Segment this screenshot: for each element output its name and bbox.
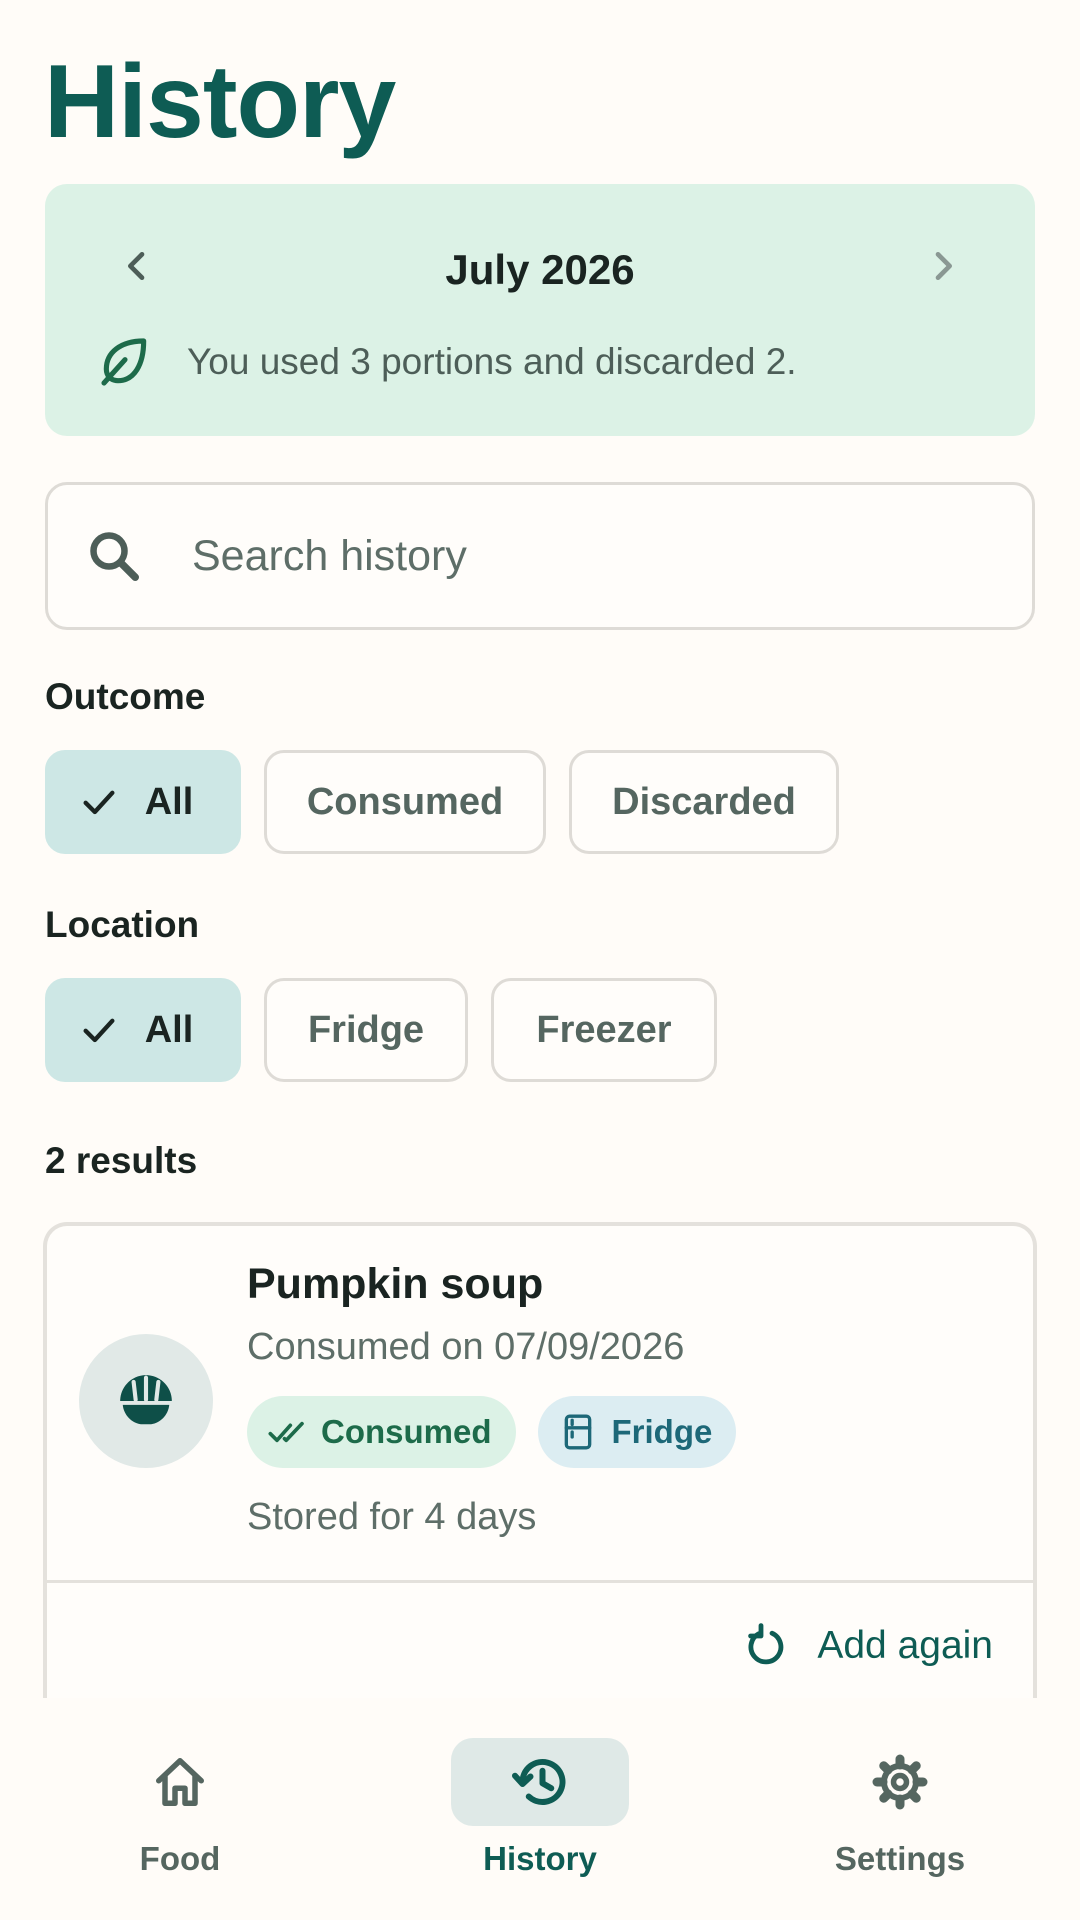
location-chip-freezer-label: Freezer — [536, 1008, 672, 1051]
location-chip-all-label: All — [144, 1008, 194, 1051]
nav-settings-label: Settings — [834, 1840, 966, 1877]
check-icon — [83, 790, 115, 815]
consumed-badge: Consumed — [247, 1396, 516, 1468]
nav-food-indicator — [91, 1738, 269, 1826]
outcome-chip-discarded[interactable]: Discarded — [569, 750, 839, 854]
nav-settings-indicator — [811, 1738, 989, 1826]
consumed-badge-label: Consumed — [321, 1413, 492, 1450]
location-chip-fridge-label: Fridge — [307, 1008, 425, 1051]
chevron-right-icon — [935, 252, 952, 280]
check-icon — [83, 1018, 115, 1043]
location-filter-chips: All Fridge Freezer — [45, 978, 740, 1082]
outcome-chip-consumed-label: Consumed — [306, 780, 504, 823]
location-chip-fridge[interactable]: Fridge — [264, 978, 468, 1082]
nav-food-label: Food — [139, 1840, 221, 1877]
fridge-icon — [564, 1414, 591, 1450]
nav-history-indicator — [451, 1738, 629, 1826]
history-item-card[interactable]: Pumpkin soup Consumed on 07/09/2026 Cons… — [43, 1222, 1037, 1722]
gear-icon — [872, 1754, 928, 1810]
bottom-navigation: Food History Settings — [0, 1698, 1080, 1920]
item-badges: Consumed Fridge — [247, 1396, 758, 1468]
card-divider — [47, 1580, 1033, 1583]
history-icon — [512, 1759, 566, 1805]
nav-history-label: History — [483, 1840, 597, 1877]
home-icon — [156, 1758, 204, 1806]
search-icon — [90, 532, 139, 581]
page-title: History — [44, 44, 396, 160]
location-chip-freezer[interactable]: Freezer — [491, 978, 717, 1082]
location-filter-label: Location — [45, 904, 200, 945]
month-summary-text: You used 3 portions and discarded 2. — [187, 341, 797, 382]
month-label: July 2026 — [445, 246, 635, 293]
item-date: Consumed on 07/09/2026 — [247, 1326, 685, 1368]
month-summary-card: July 2026 You used 3 portions and discar… — [45, 184, 1035, 436]
outcome-chip-consumed[interactable]: Consumed — [264, 750, 546, 854]
outcome-chip-all-label: All — [144, 780, 194, 823]
next-month-button[interactable] — [903, 226, 983, 306]
nav-item-history[interactable]: History — [360, 1738, 720, 1898]
nav-item-settings[interactable]: Settings — [720, 1738, 1080, 1898]
outcome-filter-chips: All Consumed Discarded — [45, 750, 862, 854]
search-field[interactable] — [45, 482, 1035, 630]
location-chip-all[interactable]: All — [45, 978, 241, 1082]
results-count: 2 results — [45, 1140, 198, 1181]
month-summary: You used 3 portions and discarded 2. — [97, 334, 797, 390]
item-name: Pumpkin soup — [247, 1260, 544, 1308]
add-again-button[interactable]: Add again — [741, 1622, 993, 1670]
item-avatar — [79, 1334, 213, 1468]
bowl-icon — [120, 1375, 172, 1425]
outcome-chip-all[interactable]: All — [45, 750, 241, 854]
double-check-icon — [268, 1421, 304, 1443]
stored-duration: Stored for 4 days — [247, 1496, 537, 1538]
add-again-label: Add again — [817, 1624, 993, 1667]
leaf-icon — [101, 338, 147, 386]
refresh-icon — [748, 1623, 784, 1665]
fridge-badge-label: Fridge — [611, 1413, 713, 1450]
search-input[interactable] — [190, 530, 950, 582]
fridge-badge: Fridge — [537, 1396, 737, 1468]
outcome-chip-discarded-label: Discarded — [612, 780, 796, 823]
nav-item-food[interactable]: Food — [0, 1738, 360, 1898]
outcome-filter-label: Outcome — [45, 676, 206, 717]
